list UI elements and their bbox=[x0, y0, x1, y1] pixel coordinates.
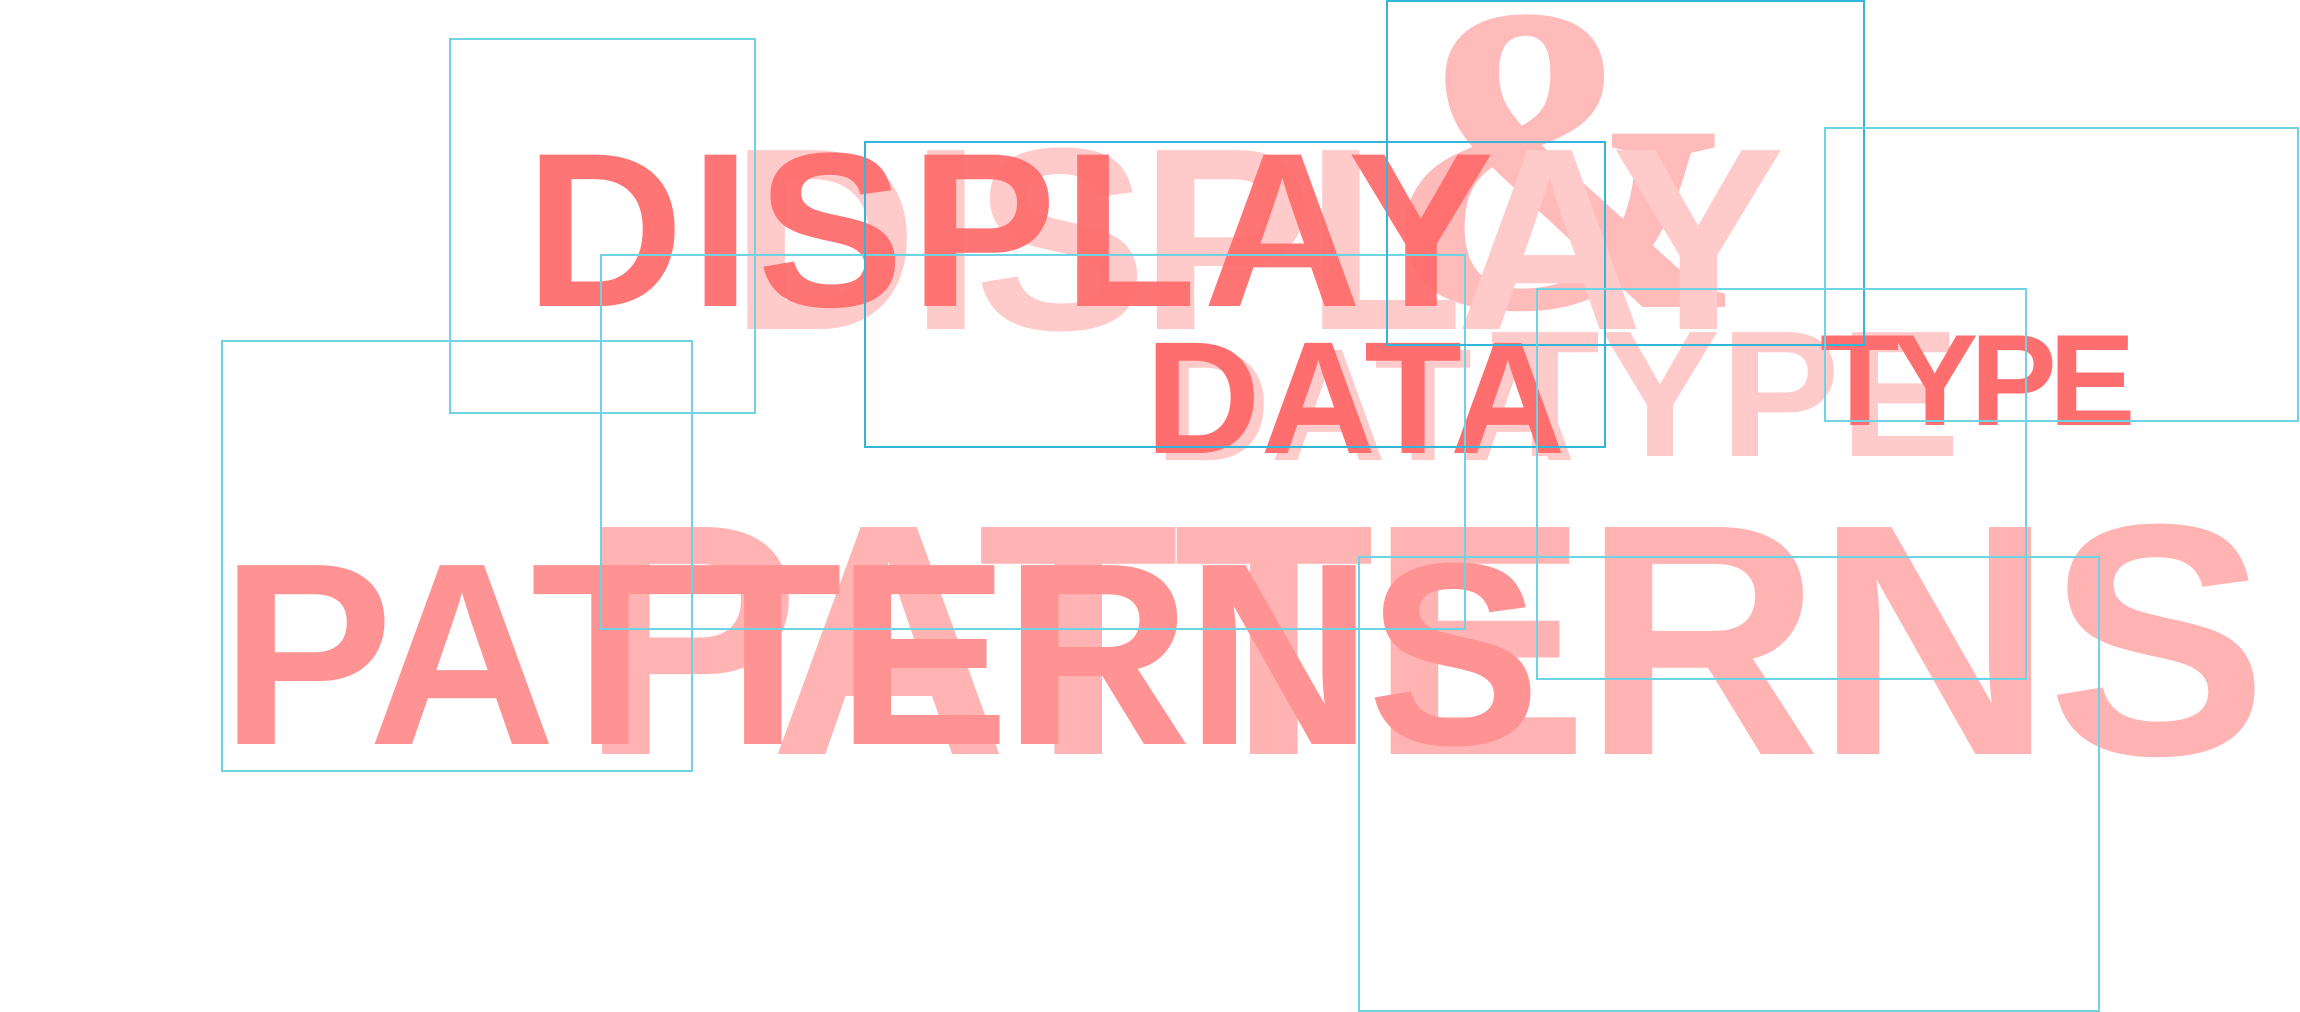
typography-canvas: & DISPLAY DISPLAY DATA TYPE DATA TYPE PA… bbox=[0, 0, 2300, 1012]
type-word: TYPE bbox=[1820, 307, 2136, 453]
patterns-word: PATTERNS bbox=[220, 510, 1541, 800]
display-word: DISPLAY bbox=[525, 107, 1501, 353]
data-word: DATA bbox=[1145, 308, 1566, 487]
